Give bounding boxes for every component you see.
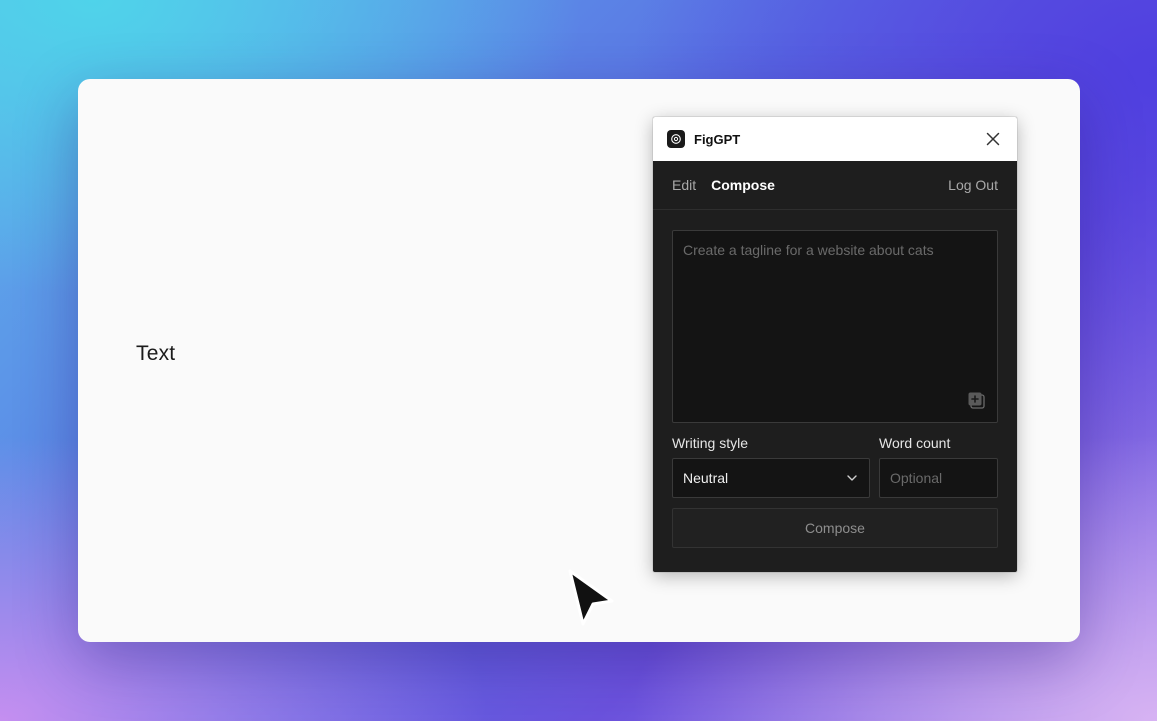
close-icon[interactable] xyxy=(983,129,1003,149)
prompt-textarea-container xyxy=(672,230,998,423)
insert-prompt-icon[interactable] xyxy=(967,391,987,411)
compose-button[interactable]: Compose xyxy=(672,508,998,548)
writing-style-selected: Neutral xyxy=(683,470,729,486)
writing-style-select[interactable]: Neutral xyxy=(672,458,870,498)
design-canvas[interactable]: Text FigGPT Edit Compose Log Out Create … xyxy=(78,79,1080,642)
tab-edit[interactable]: Edit xyxy=(672,177,696,193)
plugin-title: FigGPT xyxy=(694,131,741,147)
word-count-input[interactable] xyxy=(880,459,997,497)
figgpt-plugin-window: FigGPT Edit Compose Log Out Writing xyxy=(653,117,1017,572)
prompt-textarea[interactable] xyxy=(673,231,997,422)
word-count-label: Word count xyxy=(879,435,951,451)
chevron-down-icon xyxy=(845,471,859,485)
plugin-navbar: Edit Compose Log Out xyxy=(653,161,1017,210)
mouse-pointer-icon xyxy=(566,568,618,632)
word-count-field-container xyxy=(879,458,998,498)
tab-compose[interactable]: Compose xyxy=(711,177,775,193)
canvas-text-layer[interactable]: Text xyxy=(136,342,175,366)
figgpt-logo-icon xyxy=(667,130,685,148)
logout-link[interactable]: Log Out xyxy=(948,177,998,193)
writing-style-label: Writing style xyxy=(672,435,748,451)
plugin-titlebar: FigGPT xyxy=(653,117,1017,161)
